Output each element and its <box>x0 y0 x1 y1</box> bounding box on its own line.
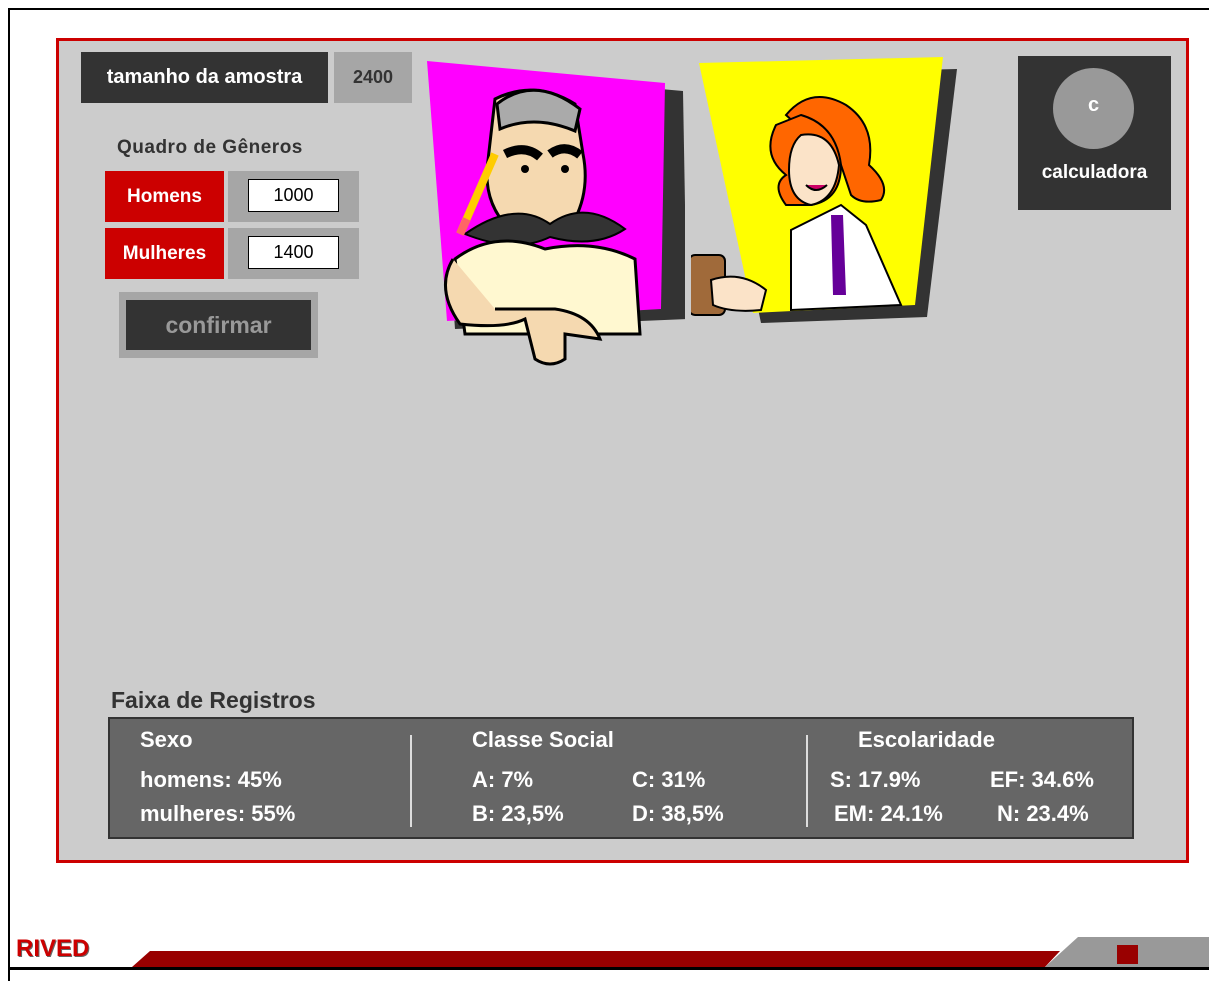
genders-title: Quadro de Gêneros <box>117 137 303 158</box>
confirm-button[interactable]: confirmar <box>119 292 318 358</box>
women-input[interactable] <box>248 236 339 269</box>
frame-left-line <box>8 8 10 981</box>
escolaridade-em: EM: 24.1% <box>834 801 943 826</box>
registros-title: Faixa de Registros <box>111 687 316 713</box>
escolaridade-n: N: 23.4% <box>997 801 1089 826</box>
woman-scientist-illustration <box>691 57 957 323</box>
man-pencil-illustration <box>427 61 685 366</box>
classe-a: A: 7% <box>472 767 534 792</box>
activity-stage: tamanho da amostra 2400 Quadro de Gênero… <box>56 38 1189 863</box>
footer-bar <box>8 937 1209 970</box>
sexo-men: homens: 45% <box>140 767 282 792</box>
calculator-button[interactable]: c calculadora <box>1018 56 1171 210</box>
escolaridade-heading: Escolaridade <box>858 727 995 752</box>
escolaridade-s: S: 17.9% <box>830 767 921 792</box>
registros-panel: Sexo homens: 45% mulheres: 55% Classe So… <box>108 717 1134 839</box>
men-field-box <box>228 171 359 222</box>
classe-d: D: 38,5% <box>632 801 724 826</box>
frame-top-line <box>8 8 1209 10</box>
women-field-box <box>228 228 359 279</box>
confirm-button-label: confirmar <box>126 300 311 350</box>
men-input[interactable] <box>248 179 339 212</box>
classe-b: B: 23,5% <box>472 801 564 826</box>
rived-logo: RIVED <box>16 935 90 962</box>
classe-c: C: 31% <box>632 767 706 792</box>
women-label: Mulheres <box>105 228 224 279</box>
divider <box>806 735 808 827</box>
divider <box>410 735 412 827</box>
calculator-key-icon: c <box>1053 68 1134 149</box>
sample-size-value: 2400 <box>334 52 412 103</box>
men-label: Homens <box>105 171 224 222</box>
sample-size-label: tamanho da amostra <box>81 52 328 103</box>
nav-square-icon[interactable] <box>1117 945 1138 964</box>
calculator-label: calculadora <box>1041 162 1148 183</box>
sexo-heading: Sexo <box>140 727 193 752</box>
sexo-women: mulheres: 55% <box>140 801 296 826</box>
escolaridade-ef: EF: 34.6% <box>990 767 1094 792</box>
classe-heading: Classe Social <box>472 727 614 752</box>
